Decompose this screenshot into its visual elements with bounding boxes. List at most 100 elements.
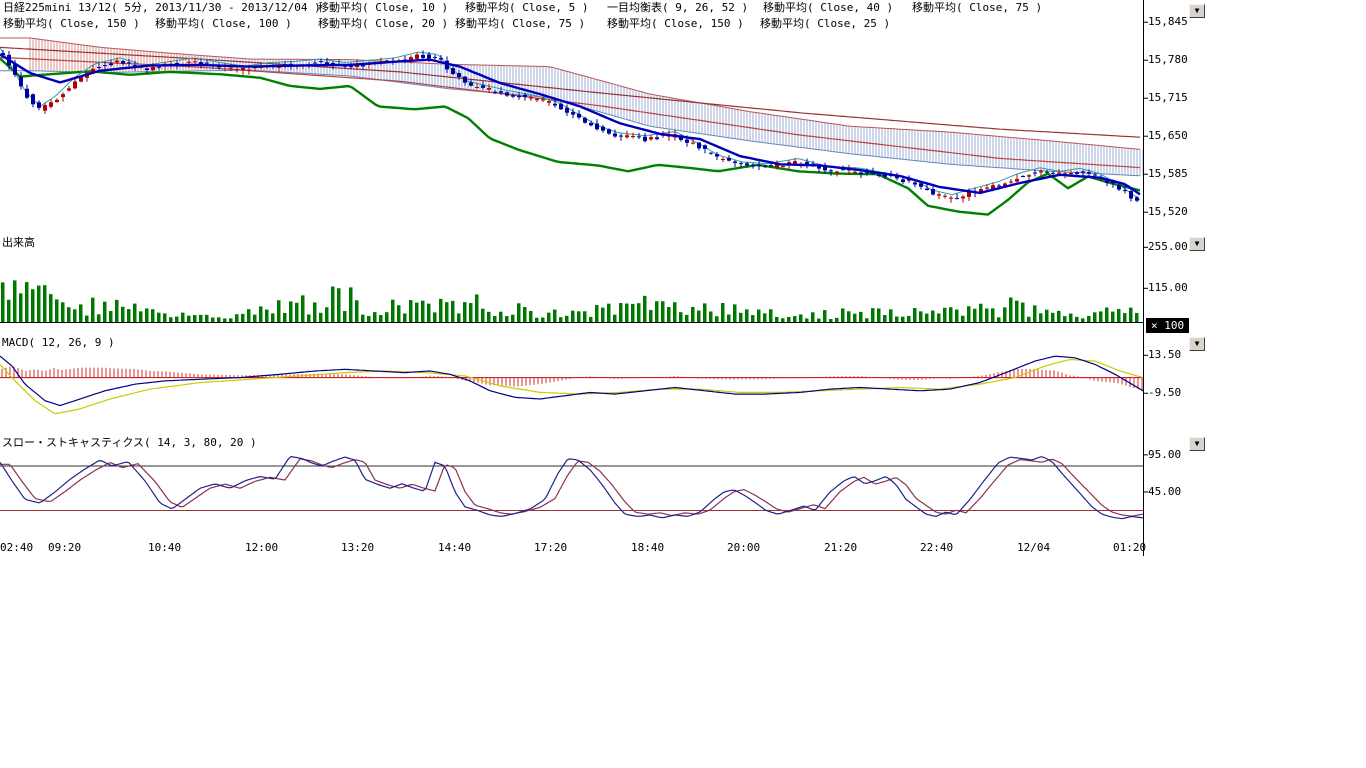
volume-unit-badge: × 100 [1146, 318, 1189, 333]
legend-item-row2-4: 移動平均( Close, 150 ) [607, 18, 744, 30]
candle-body [733, 162, 737, 163]
candle-body [985, 188, 989, 189]
volume-bar [913, 308, 917, 322]
volume-bar [625, 304, 629, 322]
time-axis-label: 22:40 [920, 542, 953, 554]
volume-bar [1099, 311, 1103, 322]
volume-bar [601, 308, 605, 322]
volume-bar [907, 316, 911, 322]
candle-body [1009, 181, 1013, 182]
candle-body [61, 94, 65, 97]
volume-bar [925, 314, 929, 322]
volume-bar [985, 308, 989, 322]
price-panel-menu-button[interactable]: ▼ [1189, 4, 1205, 18]
candle-body [415, 55, 419, 59]
volume-bar [823, 310, 827, 322]
volume-bar [97, 314, 101, 322]
volume-bar [973, 309, 977, 322]
volume-bar [337, 288, 341, 322]
volume-bar [991, 308, 995, 322]
candle-body [529, 98, 533, 99]
volume-bar [859, 312, 863, 322]
volume-bar [349, 287, 353, 322]
volume-panel-menu-button[interactable]: ▼ [1189, 237, 1205, 251]
volume-bar [1015, 301, 1019, 322]
candle-body [607, 129, 611, 133]
candle-body [19, 77, 23, 87]
volume-bar [943, 308, 947, 322]
volume-bar [379, 315, 383, 322]
volume-bar [967, 306, 971, 322]
candle-body [565, 108, 569, 113]
candle-body [427, 54, 431, 58]
volume-bar [895, 317, 899, 322]
candle-body [1129, 191, 1133, 199]
candle-body [319, 61, 323, 62]
candle-body [625, 135, 629, 137]
volume-bar [1021, 303, 1025, 322]
volume-bar [703, 303, 707, 322]
time-axis-label: 12/04 [1017, 542, 1050, 554]
volume-bar [139, 311, 143, 322]
volume-bar [73, 309, 77, 322]
volume-bar [667, 307, 671, 322]
candle-body [1087, 172, 1091, 174]
candle-body [649, 137, 653, 139]
candle-body [727, 158, 731, 161]
volume-bar [673, 302, 677, 322]
stoch-panel-menu-button[interactable]: ▼ [1189, 437, 1205, 451]
volume-bar [457, 313, 461, 322]
volume-bar [313, 302, 317, 322]
candle-body [103, 65, 107, 66]
volume-bar [733, 304, 737, 322]
volume-bar [127, 309, 131, 322]
volume-bar [763, 313, 767, 322]
volume-bar [151, 309, 155, 322]
volume-bar [553, 310, 557, 322]
candle-body [1117, 185, 1121, 190]
volume-bar [205, 315, 209, 322]
volume-bar [217, 317, 221, 322]
volume-bar [1105, 307, 1109, 322]
candle-body [67, 88, 71, 90]
macd-axis-label: 13.50 [1148, 349, 1181, 361]
volume-bar [355, 300, 359, 322]
candle-body [313, 63, 317, 64]
candle-body [151, 67, 155, 70]
chart-canvas[interactable] [0, 0, 1366, 768]
candle-body [943, 196, 947, 197]
candle-body [937, 194, 941, 195]
volume-bar [415, 303, 419, 322]
volume-bar [775, 317, 779, 322]
dropdown-icon: ▼ [1195, 239, 1200, 248]
volume-bar [403, 313, 407, 322]
candle-body [691, 143, 695, 144]
candle-body [637, 136, 641, 137]
volume-bar [685, 315, 689, 322]
volume-bar [487, 312, 491, 322]
volume-bar [265, 310, 269, 322]
macd-panel-menu-button[interactable]: ▼ [1189, 337, 1205, 351]
volume-bar [637, 303, 641, 322]
candle-body [127, 62, 131, 63]
time-axis-label: 17:20 [534, 542, 567, 554]
candle-body [115, 61, 119, 63]
candle-body [859, 173, 863, 174]
stoch-axis-label: 95.00 [1148, 449, 1181, 461]
candle-body [619, 136, 623, 137]
candle-body [559, 104, 563, 110]
volume-bar [145, 308, 149, 322]
candle-body [853, 172, 857, 173]
price-axis-label: 15,780 [1148, 54, 1188, 66]
volume-bar [475, 294, 479, 322]
candle-body [751, 165, 755, 166]
volume-bar [937, 313, 941, 322]
time-axis-label: 09:20 [48, 542, 81, 554]
legend-item-row1-5: 移動平均( Close, 75 ) [912, 2, 1042, 14]
candle-body [1027, 175, 1031, 176]
volume-bar [91, 298, 95, 322]
volume-bar [391, 300, 395, 322]
candle-body [577, 114, 581, 118]
candle-body [583, 118, 587, 123]
volume-bar [385, 312, 389, 322]
